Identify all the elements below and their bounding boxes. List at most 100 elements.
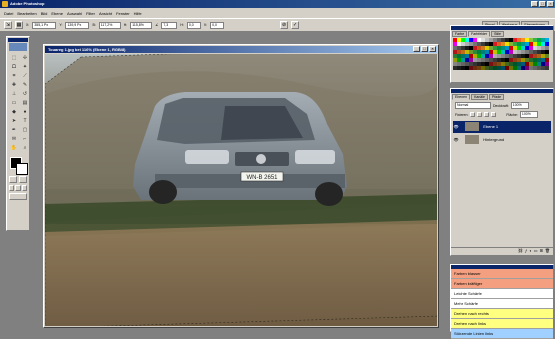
blur-tool-icon[interactable]: ◆ [9,108,19,116]
history-brush-icon[interactable]: ↺ [20,90,30,98]
screen-mode-full-menu-icon[interactable] [15,185,21,191]
action-farben-blasser[interactable]: Farben blasser [451,269,553,279]
menu-auswahl[interactable]: Auswahl [67,11,82,16]
skew-h-label: H: [180,23,184,27]
tab-farbfelder[interactable]: Farbfelder [468,31,491,37]
eye-icon[interactable]: 👁 [453,121,459,133]
layer-row-hintergrund[interactable]: 👁 Hintergrund [453,134,551,146]
cancel-transform-icon[interactable]: ⊘ [280,21,289,29]
tab-kanaele[interactable]: Kanäle [471,94,488,100]
delete-layer-icon[interactable]: 🗑 [545,248,550,255]
adobe-logo-icon [9,43,27,51]
jump-to-imageready-icon[interactable] [9,193,27,200]
doc-minimize-button[interactable]: _ [413,46,420,52]
swatch[interactable] [545,66,549,70]
path-select-icon[interactable]: ➤ [9,117,19,125]
y-label: Y: [59,23,63,27]
notes-tool-icon[interactable]: ✉ [9,135,19,143]
layer-row-ebene-1[interactable]: 👁 Ebene 1 [453,121,551,133]
menu-filter[interactable]: Filter [86,11,95,16]
menu-bild[interactable]: Bild [41,11,48,16]
height-input[interactable]: 115,8% [130,21,153,29]
y-input[interactable]: 139,9 Px [65,21,90,29]
eraser-tool-icon[interactable]: ▭ [9,99,19,107]
type-tool-icon[interactable]: T [20,117,30,125]
healing-brush-icon[interactable]: ✚ [9,81,19,89]
transform-tool-icon[interactable]: ⇲ [4,21,12,29]
swatch-grid[interactable] [453,38,549,70]
action-stuerzende-linien[interactable]: Stürzende Linien links [451,329,553,339]
hand-tool-icon[interactable]: ✋ [9,144,19,152]
document-titlebar[interactable]: Touareg 1.jpg bei 116% (Ebene 1, RGB/8) … [45,46,437,53]
blend-mode-select[interactable]: Normal [455,102,491,109]
close-button[interactable]: × [547,1,554,7]
angle-label: ∠ [155,23,159,27]
layers-footer: ⛓ ƒ ◐ ▭ ⊞ 🗑 [451,247,553,255]
tab-pfade[interactable]: Pfade [488,94,505,100]
action-mehr-schaerfe[interactable]: Mehr Schärfe [451,299,553,309]
magic-wand-tool-icon[interactable]: ✦ [20,63,30,71]
lock-image-icon[interactable] [477,112,483,117]
shape-tool-icon[interactable]: ▢ [20,126,30,134]
standard-mode-icon[interactable] [9,176,17,183]
photoshop-app-icon [2,1,8,7]
brush-tool-icon[interactable]: ✎ [20,81,30,89]
reference-point-icon[interactable]: ▦ [15,21,23,29]
lock-all-icon[interactable] [491,112,497,117]
slice-tool-icon[interactable]: ⟋ [20,72,30,80]
skew-h-input[interactable]: 0,0 [186,21,201,29]
eye-icon[interactable]: 👁 [453,134,459,146]
eyedropper-tool-icon[interactable]: ⌐ [20,135,30,143]
screen-mode-standard-icon[interactable] [9,185,15,191]
commit-transform-icon[interactable]: ✓ [291,21,300,29]
new-group-icon[interactable]: ▭ [534,248,538,255]
doc-maximize-button[interactable]: □ [421,46,428,52]
gradient-tool-icon[interactable]: ▤ [20,99,30,107]
maximize-button[interactable]: □ [539,1,546,7]
clone-stamp-icon[interactable]: ⊥ [9,90,19,98]
doc-close-button[interactable]: × [429,46,436,52]
layers-panel-tabs: Ebenen Kanäle Pfade [451,93,553,101]
marquee-tool-icon[interactable]: ⬚ [9,54,19,62]
lock-transparency-icon[interactable] [470,112,476,117]
menu-datei[interactable]: Datei [4,11,13,16]
action-drehen-links[interactable]: Drehen nach links [451,319,553,329]
fill-input[interactable]: 100% [519,111,538,118]
menu-bearbeiten[interactable]: Bearbeiten [17,11,36,16]
pen-tool-icon[interactable]: ✒ [9,126,19,134]
menu-ansicht[interactable]: Ansicht [99,11,112,16]
link-layers-icon[interactable]: ⛓ [518,248,523,255]
zoom-tool-icon[interactable]: ⌕ [20,144,30,152]
x-input[interactable]: 355,1 Px [32,21,57,29]
action-farben-kraeftiger[interactable]: Farben kräftiger [451,279,553,289]
tab-stile[interactable]: Stile [491,31,504,37]
menu-ebene[interactable]: Ebene [51,11,63,16]
document-window-controls: _ □ × [413,46,436,52]
action-leichte-schaerfe[interactable]: Leichte Schärfe [451,289,553,299]
menu-fenster[interactable]: Fenster [116,11,130,16]
lock-position-icon[interactable] [484,112,490,117]
background-color[interactable] [16,163,28,175]
quickmask-mode-icon[interactable] [19,176,27,183]
minimize-button[interactable]: _ [531,1,538,7]
move-tool-icon[interactable]: ✢ [20,54,30,62]
width-input[interactable]: 117,2% [98,21,121,29]
angle-input[interactable]: 7,3 [161,21,178,29]
menu-hilfe[interactable]: Hilfe [134,11,142,16]
action-drehen-rechts[interactable]: Drehen nach rechts [451,309,553,319]
dodge-tool-icon[interactable]: ● [20,108,30,116]
swatches-panel-tabs: Farbe Farbfelder Stile [451,30,553,38]
screen-mode-full-icon[interactable] [21,185,27,191]
lasso-tool-icon[interactable]: ᗝ [9,63,19,71]
tab-ebenen[interactable]: Ebenen [452,94,471,100]
crop-tool-icon[interactable]: ⌗ [9,72,19,80]
layer-name: Hintergrund [483,137,505,142]
image-canvas[interactable]: WN-B 2651 [45,54,437,326]
toolbox-header[interactable] [8,38,28,42]
new-layer-icon[interactable]: ⊞ [540,248,543,255]
layer-mask-icon[interactable]: ◐ [529,248,531,255]
skew-v-input[interactable]: 0,0 [210,21,225,29]
layer-style-icon[interactable]: ƒ [525,248,527,255]
tab-farbe[interactable]: Farbe [452,31,468,37]
opacity-input[interactable]: 100% [510,102,529,109]
